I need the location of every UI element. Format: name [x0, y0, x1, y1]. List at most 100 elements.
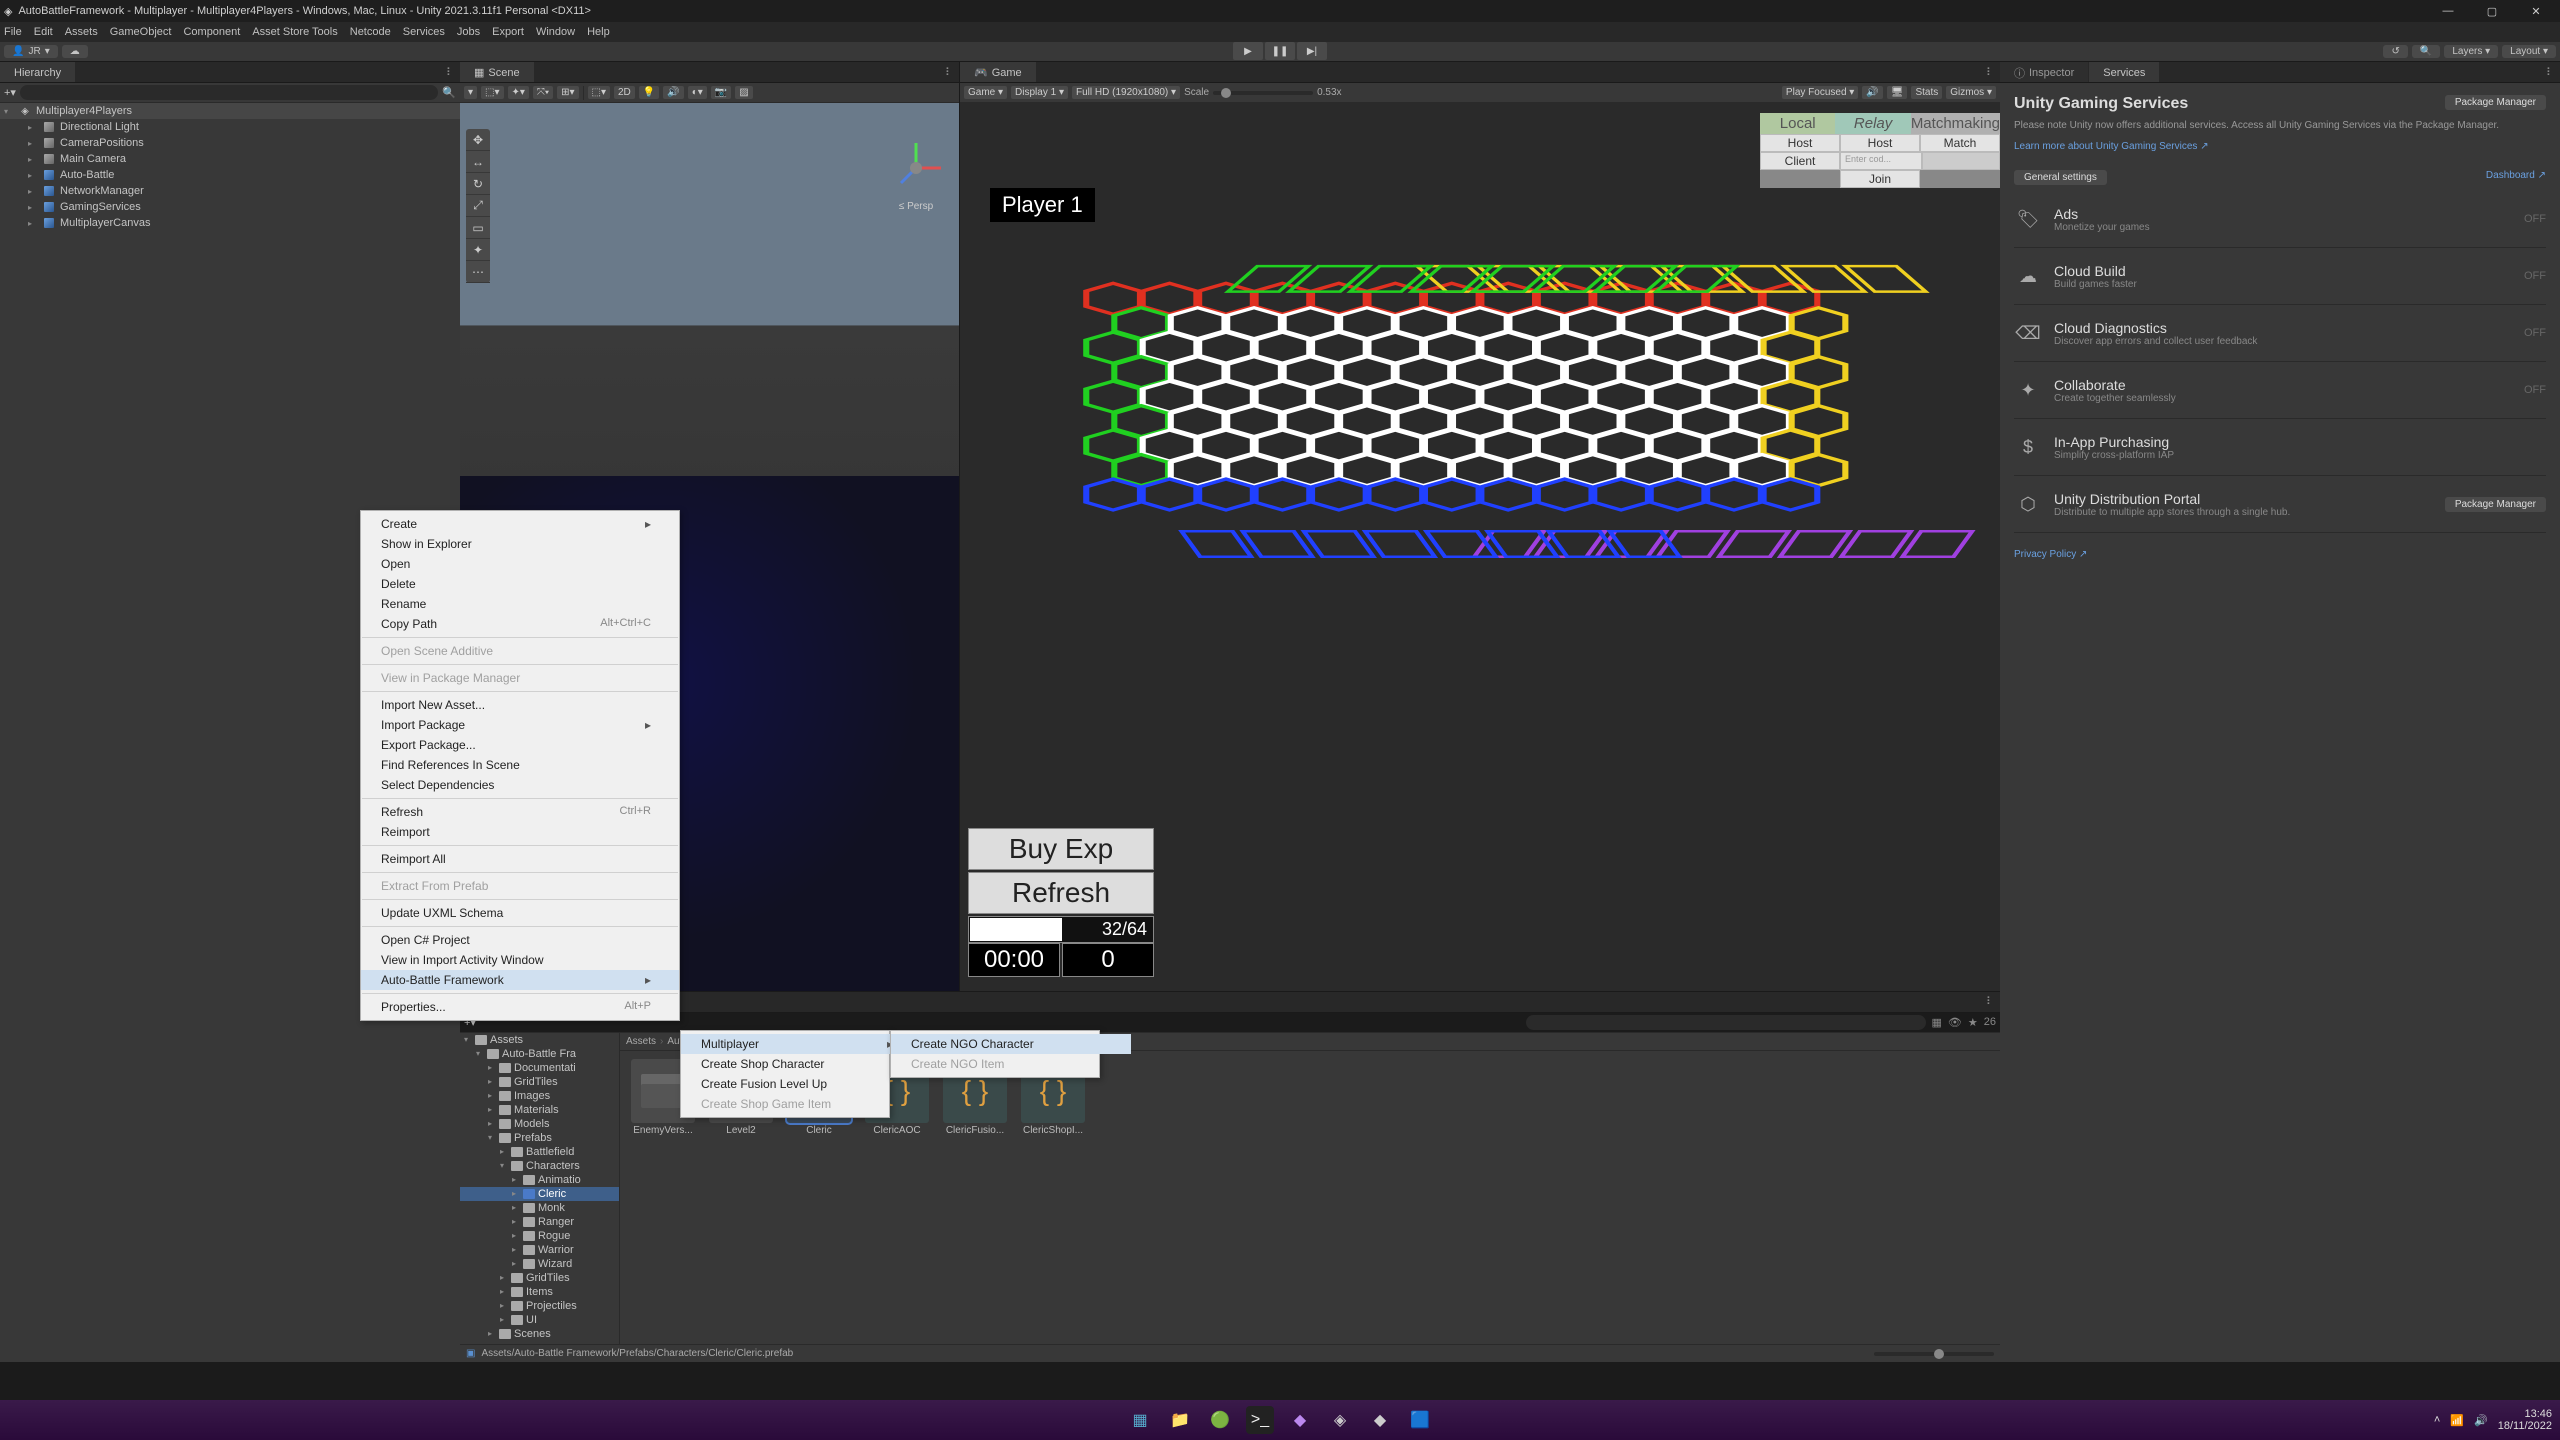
project-tree[interactable]: ▾Assets▾Auto-Battle Fra▸Documentati▸Grid… — [460, 1033, 620, 1344]
windows-taskbar[interactable]: ▦ 📁 🟢 >_ ◆ ◈ ◆ 🟦 ˄ 📶 🔊 13:46 18/11/2022 — [0, 1400, 2560, 1440]
context-menu-item[interactable]: Import Package▸ — [361, 715, 679, 735]
scene-shading-dropdown[interactable]: ▾ — [464, 86, 477, 99]
tray-time[interactable]: 13:46 — [2498, 1408, 2552, 1420]
context-menu-item[interactable]: Reimport All — [361, 849, 679, 869]
tab-scene[interactable]: ▦ Scene — [460, 62, 535, 82]
menu-edit[interactable]: Edit — [34, 26, 53, 38]
window-maximize-button[interactable]: ▢ — [2472, 1, 2512, 21]
service-row[interactable]: 🏷 AdsMonetize your games OFF — [2014, 191, 2546, 248]
project-tree-row[interactable]: ▸Cleric — [460, 1187, 619, 1201]
menu-asset-store-tools[interactable]: Asset Store Tools — [252, 26, 337, 38]
context-menu-item[interactable]: Copy PathAlt+Ctrl+C — [361, 614, 679, 634]
game-scale-slider[interactable] — [1213, 91, 1313, 95]
tool-transform[interactable]: ✦ — [466, 239, 490, 261]
play-button[interactable]: ▶ — [1233, 42, 1263, 60]
context-menu-item[interactable]: RefreshCtrl+R — [361, 802, 679, 822]
overlay-tab-local[interactable]: Local — [1760, 113, 1835, 134]
context-menu-item[interactable]: Open — [361, 554, 679, 574]
menu-window[interactable]: Window — [536, 26, 575, 38]
layout-dropdown[interactable]: Layout ▾ — [2502, 45, 2556, 58]
taskbar-unity-hub-icon[interactable]: ◈ — [1326, 1406, 1354, 1434]
scene-gizmos-toggle[interactable]: ▨ — [735, 86, 752, 99]
hierarchy-row[interactable]: ▸Main Camera — [0, 151, 460, 167]
context-menu-item[interactable]: Find References In Scene — [361, 755, 679, 775]
service-toggle-off[interactable]: OFF — [2524, 327, 2546, 339]
window-minimize-button[interactable]: — — [2428, 1, 2468, 21]
context-menu-item[interactable]: Rename — [361, 594, 679, 614]
package-manager-button[interactable]: Package Manager — [2445, 497, 2546, 512]
overlay-host-btn-local[interactable]: Host — [1760, 134, 1840, 152]
context-menu-item[interactable]: Import New Asset... — [361, 695, 679, 715]
context-menu-item[interactable]: Reimport — [361, 822, 679, 842]
project-toolbar-icon-3[interactable]: ★ — [1968, 1016, 1978, 1029]
project-toolbar-icon-2[interactable]: 👁 — [1948, 1016, 1962, 1029]
buy-exp-button[interactable]: Buy Exp — [968, 828, 1154, 870]
privacy-policy-link[interactable]: Privacy Policy ↗ — [2014, 549, 2546, 560]
service-row[interactable]: ⬡ Unity Distribution PortalDistribute to… — [2014, 476, 2546, 533]
menu-help[interactable]: Help — [587, 26, 610, 38]
service-toggle-off[interactable]: OFF — [2524, 384, 2546, 396]
step-button[interactable]: ▶| — [1297, 42, 1327, 60]
general-settings-button[interactable]: General settings — [2014, 170, 2107, 185]
game-play-focused[interactable]: Play Focused ▾ — [1782, 86, 1858, 99]
tool-scale[interactable]: ⤢ — [466, 195, 490, 217]
scene-2d-toggle[interactable]: 2D — [614, 86, 635, 99]
project-tree-row[interactable]: ▸Images — [460, 1089, 619, 1103]
tab-services[interactable]: Services — [2089, 62, 2160, 82]
cloud-button[interactable]: ☁ — [62, 45, 88, 58]
hierarchy-row[interactable]: ▸NetworkManager — [0, 183, 460, 199]
hierarchy-row[interactable]: ▸Directional Light — [0, 119, 460, 135]
game-mode-dropdown[interactable]: Game ▾ — [964, 86, 1007, 99]
context-menu-item[interactable]: Multiplayer▸ — [681, 1034, 921, 1054]
scene-gizmo-mode[interactable]: ✦▾ — [508, 86, 529, 99]
tab-game[interactable]: 🎮 Game — [960, 62, 1037, 82]
project-tree-row[interactable]: ▸Rogue — [460, 1229, 619, 1243]
tab-hierarchy[interactable]: Hierarchy — [0, 62, 76, 82]
tray-volume-icon[interactable]: 🔊 — [2474, 1414, 2488, 1427]
layers-dropdown[interactable]: Layers ▾ — [2444, 45, 2498, 58]
undo-history-button[interactable]: ↺ — [2383, 45, 2407, 58]
refresh-button[interactable]: Refresh — [968, 872, 1154, 914]
game-display-dropdown[interactable]: Display 1 ▾ — [1011, 86, 1068, 99]
hierarchy-search-input[interactable] — [20, 85, 438, 100]
scene-camera-toggle[interactable]: 📷 — [711, 86, 731, 99]
hierarchy-row[interactable]: ▸GamingServices — [0, 199, 460, 215]
services-learn-more-link[interactable]: Learn more about Unity Gaming Services ↗ — [2014, 141, 2546, 152]
taskbar-terminal-icon[interactable]: >_ — [1246, 1406, 1274, 1434]
window-close-button[interactable]: ✕ — [2516, 1, 2556, 21]
dashboard-link[interactable]: Dashboard ↗ — [2486, 170, 2546, 185]
overlay-client-btn[interactable]: Client — [1760, 152, 1840, 170]
game-stats-toggle[interactable]: Stats — [1911, 86, 1942, 99]
menu-netcode[interactable]: Netcode — [350, 26, 391, 38]
tray-wifi-icon[interactable]: 📶 — [2450, 1414, 2464, 1427]
service-toggle-off[interactable]: OFF — [2524, 270, 2546, 282]
taskbar-chrome-icon[interactable]: 🟢 — [1206, 1406, 1234, 1434]
overlay-tab-matchmaking[interactable]: Matchmaking — [1911, 113, 2000, 134]
service-toggle-off[interactable]: OFF — [2524, 213, 2546, 225]
game-gizmos-toggle[interactable]: Gizmos ▾ — [1946, 86, 1996, 99]
hierarchy-row[interactable]: ▸CameraPositions — [0, 135, 460, 151]
taskbar-app-icon[interactable]: 🟦 — [1406, 1406, 1434, 1434]
overlay-tab-relay[interactable]: Relay — [1835, 113, 1910, 134]
project-tree-row[interactable]: ▸Items — [460, 1285, 619, 1299]
tab-dock-icon[interactable]: ⠇ — [2540, 62, 2560, 82]
tray-date[interactable]: 18/11/2022 — [2498, 1420, 2552, 1432]
tab-dock-icon[interactable]: ⠇ — [440, 62, 460, 82]
menu-services[interactable]: Services — [403, 26, 445, 38]
project-tree-row[interactable]: ▸Projectiles — [460, 1299, 619, 1313]
context-menu-item[interactable]: Properties...Alt+P — [361, 997, 679, 1017]
hierarchy-scene-row[interactable]: ▾◈Multiplayer4Players — [0, 103, 460, 119]
taskbar-start-icon[interactable]: ▦ — [1126, 1406, 1154, 1434]
search-button[interactable]: 🔍 — [2412, 45, 2440, 58]
project-tree-row[interactable]: ▾Assets — [460, 1033, 619, 1047]
tool-rotate[interactable]: ↻ — [466, 173, 490, 195]
project-zoom-slider[interactable] — [1874, 1352, 1994, 1356]
service-row[interactable]: $ In-App PurchasingSimplify cross-platfo… — [2014, 419, 2546, 476]
scene-audio-toggle[interactable]: 🔊 — [663, 86, 683, 99]
project-tree-row[interactable]: ▸Monk — [460, 1201, 619, 1215]
context-menu-item[interactable]: Create Fusion Level Up — [681, 1074, 921, 1094]
context-menu-item[interactable]: Create NGO Character — [891, 1034, 1131, 1054]
game-aspect-dropdown[interactable]: Full HD (1920x1080) ▾ — [1072, 86, 1180, 99]
context-menu-item[interactable]: Create Shop Character — [681, 1054, 921, 1074]
project-tree-row[interactable]: ▸Models — [460, 1117, 619, 1131]
